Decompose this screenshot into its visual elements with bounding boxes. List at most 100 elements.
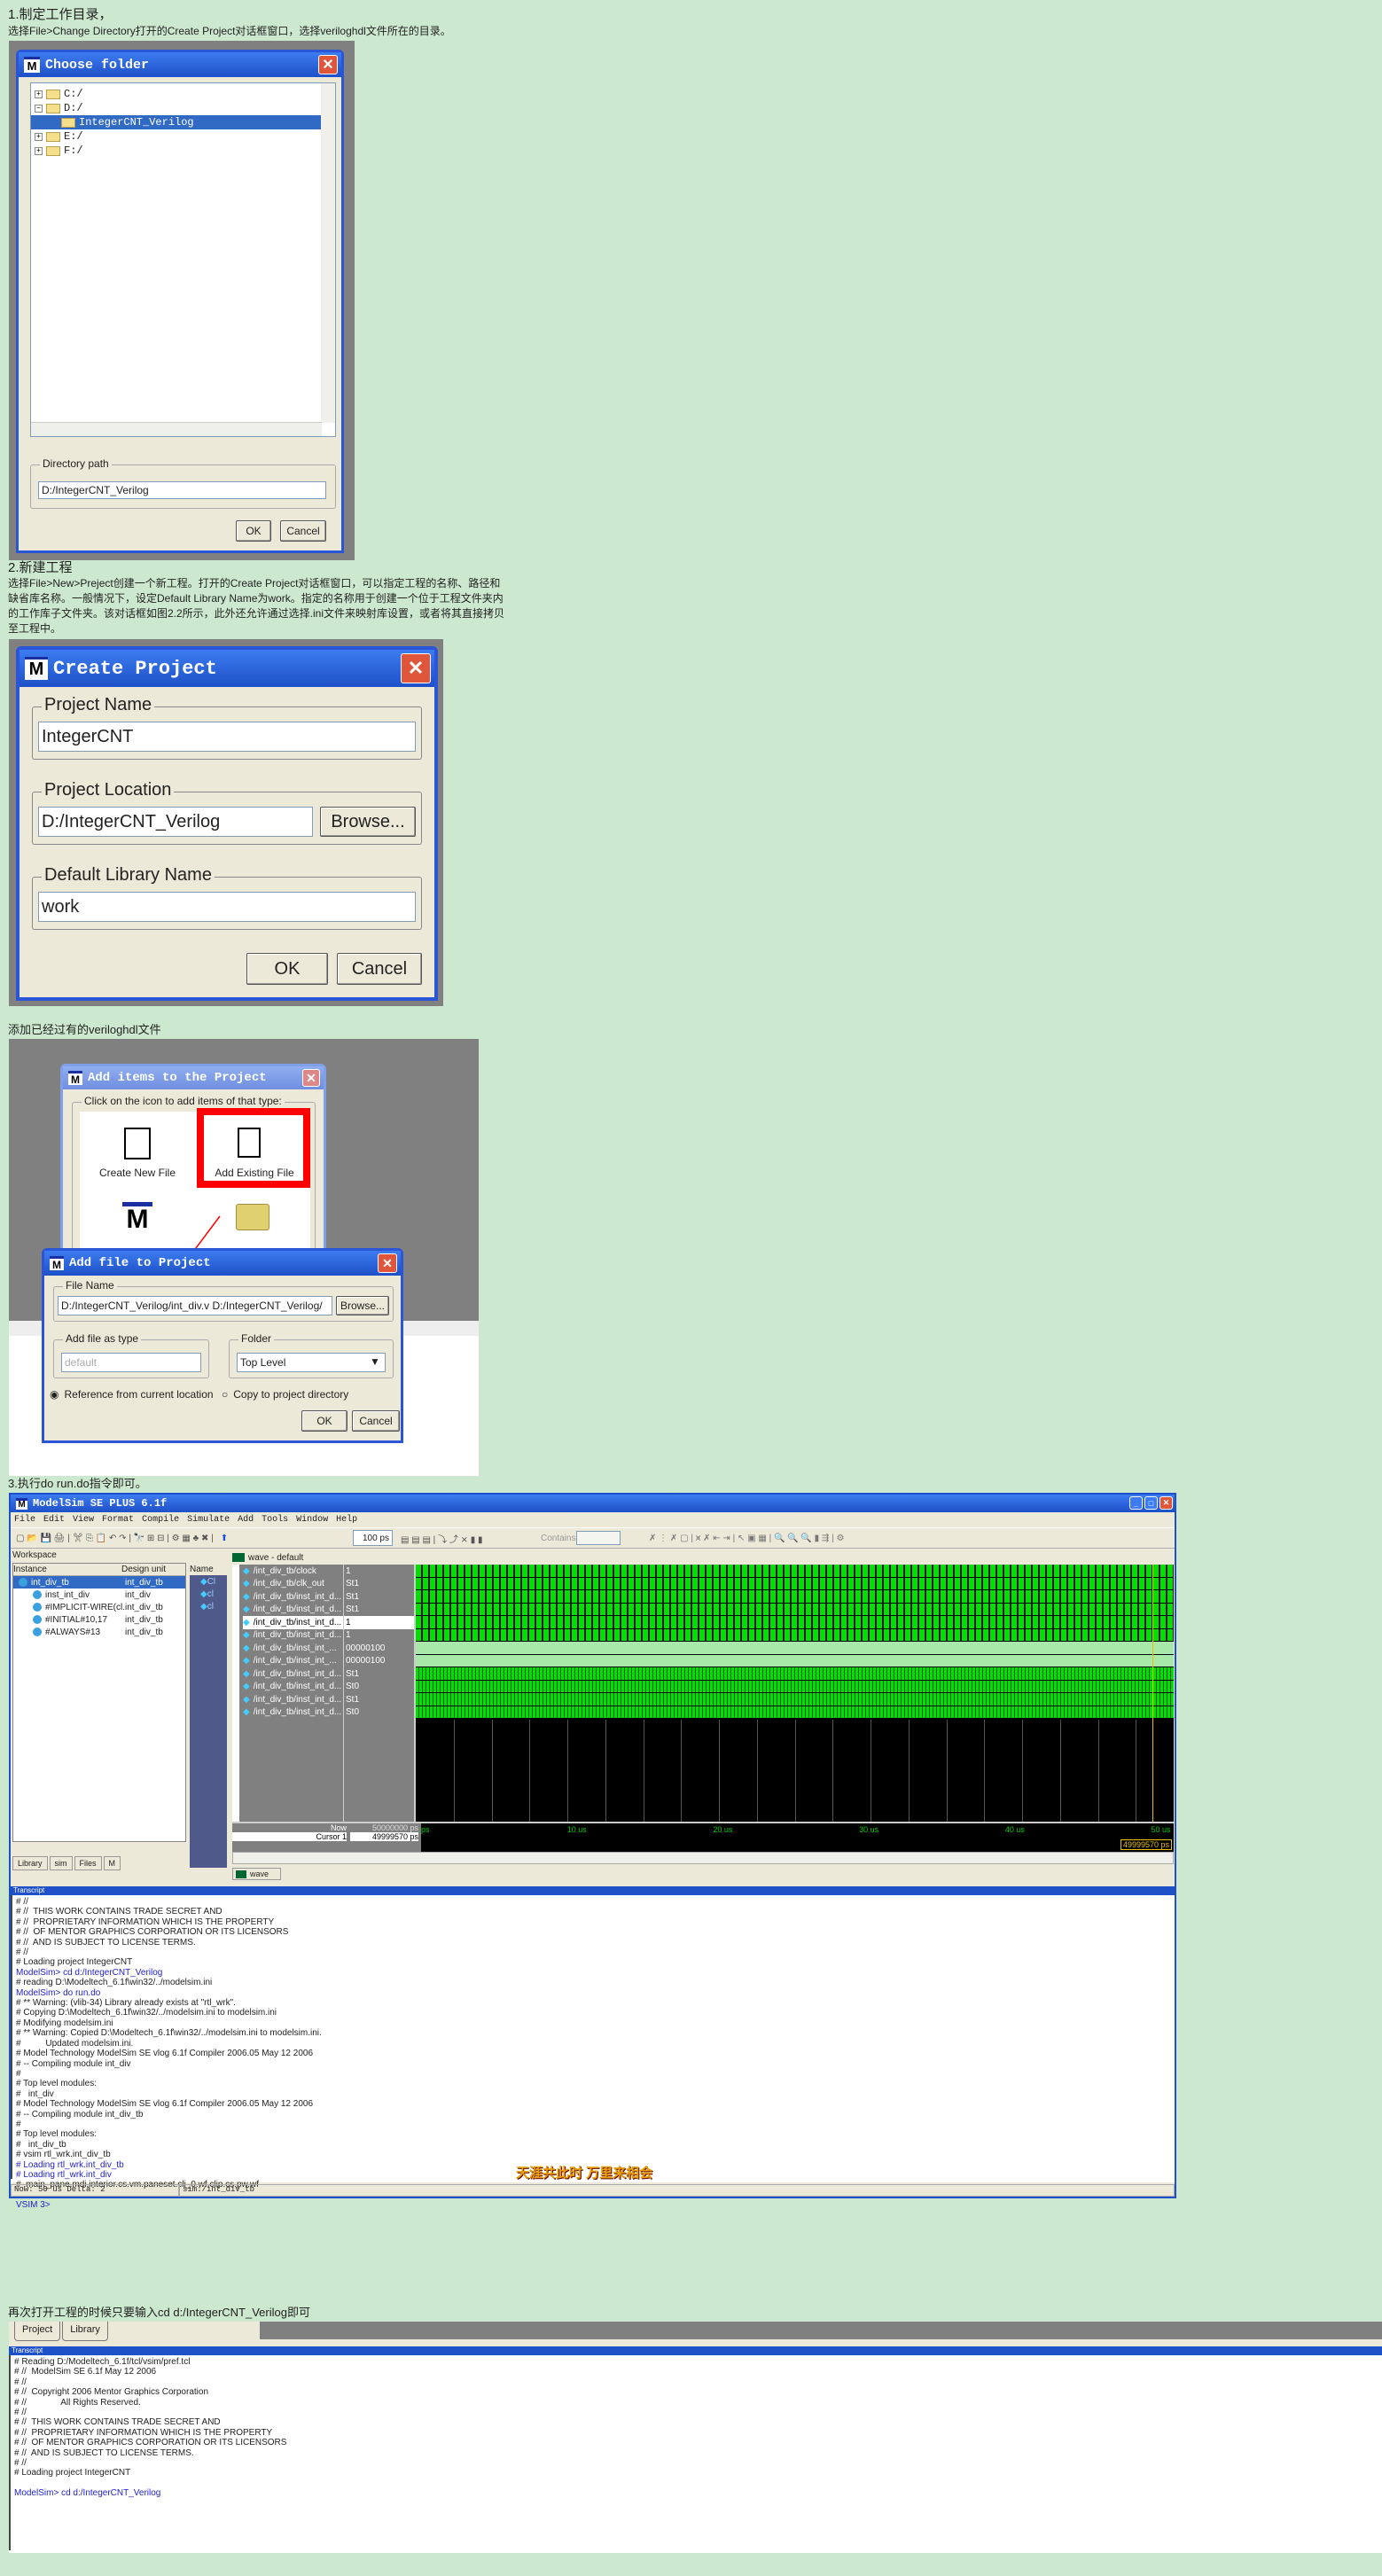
contains-input[interactable]: [576, 1531, 621, 1545]
wave-signal[interactable]: ◆/int_div_tb/inst_int_d...: [243, 1706, 343, 1720]
wave-horizontal-scrollbar[interactable]: [232, 1852, 1174, 1864]
workspace-row[interactable]: #IMPLICIT-WIRE(cl... int_div_tb: [13, 1601, 185, 1613]
menu-format[interactable]: Format: [102, 1515, 134, 1525]
wave-signal[interactable]: ◆/int_div_tb/inst_int_d...: [243, 1681, 343, 1694]
object-item[interactable]: ◆ cl: [200, 1588, 227, 1600]
tab-project[interactable]: Project: [14, 2322, 61, 2341]
signal-waveform: [416, 1706, 1174, 1719]
objects-column-header[interactable]: Name: [190, 1563, 227, 1575]
menu-bar: File Edit View Format Compile Simulate Add Tool…: [11, 1512, 1175, 1527]
tree-item[interactable]: − D:/: [31, 101, 335, 115]
column-header-instance[interactable]: Instance: [13, 1565, 121, 1574]
close-button[interactable]: ✕: [401, 653, 431, 683]
radio-copy[interactable]: ○ Copy to project directory: [222, 1388, 348, 1401]
object-item[interactable]: ◆ Cl: [200, 1575, 227, 1588]
wave-toolbar-icons[interactable]: ✗ ⋮ ✗ ▢ | ⩙ ✗ ⇤ ⇥ | ↖ ▣ ▦ | 🔍 🔍 🔍 ▮ ⇶ | …: [649, 1528, 844, 1548]
wave-signal[interactable]: ◆/int_div_tb/inst_int_d...: [243, 1616, 343, 1629]
default-library-input[interactable]: work: [38, 892, 416, 922]
time-tick-label: 50 us: [1151, 1825, 1171, 1834]
menu-simulate[interactable]: Simulate: [187, 1515, 230, 1525]
transcript-console[interactable]: # Reading D:/Modeltech_6.1f/tcl/vsim/pre…: [9, 2355, 1382, 2550]
close-button[interactable]: ✕: [318, 55, 338, 74]
file-type-select[interactable]: default: [61, 1353, 201, 1372]
folder-select[interactable]: Top Level: [237, 1353, 386, 1372]
tab-library[interactable]: Library: [12, 1856, 48, 1870]
toolbar-icons[interactable]: ▢ 📂 💾 🖨 | ✂ ⎘ 📋 ↶ ↷ | 🔭 ⊞ ⊟ | ⚙ ▦ ♣ ✖ | …: [16, 1528, 228, 1548]
expand-toggle-icon[interactable]: −: [35, 104, 43, 113]
wave-signal[interactable]: ◆/int_div_tb/inst_int_...: [243, 1642, 343, 1655]
menu-help[interactable]: Help: [336, 1515, 357, 1525]
cancel-button[interactable]: Cancel: [352, 1410, 400, 1432]
tree-item[interactable]: + E:/: [31, 129, 335, 144]
wave-signal[interactable]: ◆/int_div_tb/inst_int_d...: [243, 1693, 343, 1706]
workspace-row[interactable]: int_div_tb int_div_tb: [13, 1576, 185, 1589]
menu-window[interactable]: Window: [296, 1515, 328, 1525]
transcript-line: # Loading project IntegerCNT: [16, 1957, 133, 1968]
tab-wave[interactable]: wave: [232, 1868, 281, 1880]
horizontal-scrollbar[interactable]: [31, 422, 322, 436]
menu-edit[interactable]: Edit: [43, 1515, 65, 1525]
browse-button[interactable]: Browse...: [320, 807, 416, 837]
ok-button[interactable]: OK: [301, 1410, 347, 1432]
wave-signal[interactable]: ◆/int_div_tb/inst_int_d...: [243, 1667, 343, 1681]
transcript-line: #: [16, 2119, 21, 2129]
file-name-input[interactable]: D:/IntegerCNT_Verilog/int_div.v D:/Integ…: [58, 1296, 332, 1315]
signal-value: 00000100: [346, 1656, 386, 1667]
workspace-row[interactable]: inst_int_div int_div: [13, 1589, 185, 1601]
transcript-line: # Copying D:\Modeltech_6.1f\win32/../mod…: [16, 2008, 277, 2018]
modelsim-logo-icon: M: [50, 1256, 64, 1271]
tree-item[interactable]: + C:/: [31, 87, 335, 101]
wave-signal[interactable]: ◆/int_div_tb/clk_out: [243, 1578, 343, 1591]
close-button[interactable]: ✕: [1159, 1496, 1173, 1510]
project-location-input[interactable]: D:/IntegerCNT_Verilog: [38, 807, 313, 837]
expand-toggle-icon[interactable]: +: [35, 146, 43, 155]
folder-icon: [61, 117, 75, 128]
ok-button[interactable]: OK: [246, 953, 328, 985]
menu-add[interactable]: Add: [238, 1515, 254, 1525]
workspace-row[interactable]: #INITIAL#10,17 int_div_tb: [13, 1613, 185, 1626]
cursor-line[interactable]: [1152, 1565, 1154, 1822]
signal-value: St0: [346, 1682, 360, 1692]
tab-library[interactable]: Library: [62, 2322, 108, 2341]
wave-signal[interactable]: ◆/int_div_tb/inst_int_d...: [243, 1604, 343, 1617]
menu-tools[interactable]: Tools: [262, 1515, 288, 1525]
folder-tree[interactable]: + C:/ − D:/ IntegerCNT_Verilog + E:/ + F:/: [30, 82, 336, 437]
grid-line: [453, 1720, 455, 1822]
expand-toggle-icon[interactable]: +: [35, 90, 43, 98]
cursor-label[interactable]: Cursor 1: [232, 1832, 347, 1841]
tree-item[interactable]: IntegerCNT_Verilog: [31, 115, 335, 129]
cursor-flag[interactable]: 49999570 ps: [1120, 1839, 1172, 1850]
status-bar: Now: 50 us Delta: 2 sim:/int_div_tb: [11, 2184, 1175, 2197]
radio-reference[interactable]: ◉ Reference from current location: [50, 1388, 214, 1401]
up-arrow-icon[interactable]: ⬆: [221, 1534, 228, 1543]
browse-button[interactable]: Browse...: [336, 1296, 389, 1315]
directory-path-input[interactable]: D:/IntegerCNT_Verilog: [38, 481, 326, 499]
cancel-button[interactable]: Cancel: [280, 520, 326, 542]
column-header-design-unit[interactable]: Design unit: [121, 1565, 166, 1574]
menu-view[interactable]: View: [73, 1515, 94, 1525]
run-length-input[interactable]: 100 ps: [353, 1530, 393, 1546]
vertical-scrollbar[interactable]: [321, 83, 335, 423]
menu-compile[interactable]: Compile: [142, 1515, 179, 1525]
workspace-row[interactable]: #ALWAYS#13 int_div_tb: [13, 1626, 185, 1638]
object-item[interactable]: ◆ cl: [200, 1600, 227, 1612]
expand-toggle-icon[interactable]: +: [35, 132, 43, 141]
wave-signal[interactable]: ◆/int_div_tb/inst_int_...: [243, 1655, 343, 1668]
cancel-button[interactable]: Cancel: [337, 953, 422, 985]
transcript-console[interactable]: # //# // THIS WORK CONTAINS TRADE SECRET…: [11, 1895, 1175, 2210]
project-name-input[interactable]: IntegerCNT: [38, 722, 416, 752]
minimize-button[interactable]: _: [1129, 1496, 1143, 1510]
tab-m[interactable]: M: [103, 1856, 121, 1870]
ok-button[interactable]: OK: [236, 520, 271, 542]
menu-file[interactable]: File: [14, 1515, 35, 1525]
wave-signal[interactable]: ◆/int_div_tb/clock: [243, 1565, 343, 1578]
wave-signal[interactable]: ◆/int_div_tb/inst_int_d...: [243, 1629, 343, 1643]
maximize-button[interactable]: □: [1144, 1496, 1158, 1510]
signal-value: St1: [346, 1694, 360, 1705]
tab-files[interactable]: Files: [74, 1856, 102, 1870]
simulation-toolbar-icons[interactable]: ▤ ▤ ▤ | ⤵ ⤴ ⨯ ▮ ▮: [401, 1528, 483, 1548]
tree-item[interactable]: + F:/: [31, 144, 335, 158]
tab-sim[interactable]: sim: [49, 1856, 73, 1870]
wave-signal[interactable]: ◆/int_div_tb/inst_int_d...: [243, 1590, 343, 1604]
close-button[interactable]: ✕: [378, 1253, 397, 1273]
